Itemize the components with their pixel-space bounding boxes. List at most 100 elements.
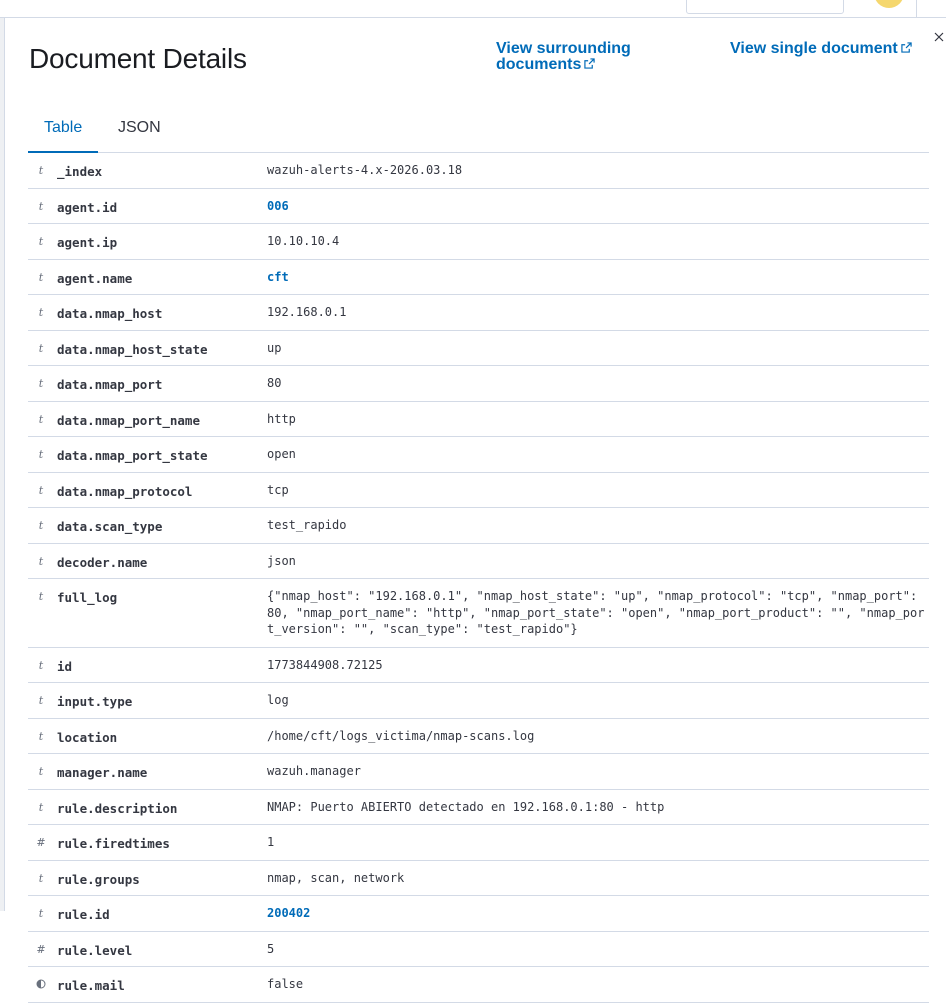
field-type-cell: #	[28, 931, 57, 967]
string-type-icon: t	[38, 658, 44, 672]
field-type-cell: t	[28, 895, 57, 932]
field-name-cell: data.nmap_port_state	[57, 436, 267, 473]
field-name: manager.name	[57, 765, 148, 780]
document-fields-table: t _index wazuh-alerts-4.x-2026.03.18 t agent…	[28, 153, 929, 1003]
field-value: 80	[267, 376, 282, 390]
field-value: wazuh-alerts-4.x-2026.03.18	[267, 163, 463, 177]
field-value: 1773844908.72125	[267, 657, 383, 672]
string-type-icon: t	[38, 519, 44, 532]
field-name-cell: data.nmap_protocol	[57, 472, 267, 508]
field-name-cell: data.nmap_port	[57, 365, 267, 402]
field-name: rule.level	[57, 942, 133, 958]
table-row: t data.scan_type test_rapido	[28, 507, 929, 544]
view-surrounding-documents-link[interactable]: View surrounding documents	[496, 41, 631, 73]
field-name: data.nmap_host_state	[57, 341, 208, 357]
field-value-cell: http	[267, 401, 929, 437]
field-type-cell: t	[28, 578, 57, 648]
table-row: t rule.id 200402	[28, 895, 929, 932]
field-name: data.nmap_port	[57, 377, 163, 392]
string-type-icon: t	[38, 800, 44, 814]
field-value: nmap, scan, network	[267, 870, 405, 885]
field-name-cell: data.nmap_host_state	[57, 330, 267, 366]
table-row: t agent.name cft	[28, 259, 929, 295]
field-value: 5	[267, 941, 275, 956]
string-type-icon: t	[38, 448, 44, 461]
view-surrounding-line2: documents	[496, 56, 582, 74]
field-value: open	[267, 447, 296, 461]
document-details-flyout: Document Details View surrounding docume…	[5, 18, 946, 1003]
string-type-icon: t	[38, 871, 44, 885]
view-surrounding-line1: View surrounding	[496, 40, 631, 57]
field-name: location	[57, 729, 118, 745]
number-type-icon: #	[36, 942, 46, 956]
field-value-cell: test_rapido	[267, 507, 929, 544]
field-name: _index	[57, 164, 103, 179]
string-type-icon: t	[38, 270, 44, 284]
field-value-cell: 006	[267, 188, 929, 224]
popout-icon	[584, 57, 596, 73]
table-row: t id 1773844908.72125	[28, 647, 929, 683]
field-value: 1	[267, 835, 275, 849]
field-value-cell: up	[267, 330, 929, 366]
field-value-cell: wazuh-alerts-4.x-2026.03.18	[267, 153, 929, 189]
table-row: # rule.level 5	[28, 931, 929, 967]
field-name: agent.id	[57, 199, 118, 215]
table-row: t location/home/cft/logs_victima/nmap-sca…	[28, 718, 929, 754]
field-type-cell: t	[28, 682, 57, 719]
table-row: t data.nmap_host_state up	[28, 330, 929, 366]
field-name: rule.id	[57, 907, 110, 922]
field-name-cell: agent.name	[57, 259, 267, 295]
field-name-cell: rule.description	[57, 789, 267, 825]
field-value-cell: wazuh.manager	[267, 753, 929, 790]
header-divider	[916, 0, 917, 17]
field-type-cell: t	[28, 153, 57, 189]
field-name-cell: data.nmap_host	[57, 294, 267, 331]
table-row: rule.mail false	[28, 966, 929, 1003]
field-value-cell: 80	[267, 365, 929, 402]
string-type-icon: t	[38, 306, 44, 319]
table-row: t full_log {"nmap_host": "192.168.0.1", "n…	[28, 578, 929, 648]
field-name: data.nmap_protocol	[57, 483, 193, 499]
view-single-document-link[interactable]: View single document	[730, 41, 912, 57]
tab-json[interactable]: JSON	[102, 110, 177, 151]
field-type-cell: t	[28, 401, 57, 437]
tab-table[interactable]: Table	[28, 110, 99, 153]
popout-icon	[901, 41, 912, 57]
field-name-cell: rule.mail	[57, 966, 267, 1003]
field-value-cell: NMAP: Puerto ABIERTO detectado en 192.16…	[267, 789, 929, 825]
top-header-strip	[0, 0, 946, 18]
field-value-cell: open	[267, 436, 929, 473]
field-type-cell: t	[28, 789, 57, 825]
field-value-link[interactable]: 006	[267, 189, 929, 224]
field-type-cell: t	[28, 507, 57, 544]
field-value-cell: 192.168.0.1	[267, 294, 929, 331]
field-value-cell: json	[267, 543, 929, 579]
string-type-icon: t	[38, 377, 44, 390]
field-type-cell: t	[28, 647, 57, 683]
field-value-link[interactable]: cft	[267, 260, 929, 295]
field-value-cell: 1	[267, 824, 929, 861]
top-search-box[interactable]	[686, 0, 844, 14]
field-name: rule.description	[57, 800, 178, 816]
string-type-icon: t	[38, 483, 44, 497]
field-name: rule.mail	[57, 978, 125, 993]
string-type-icon: t	[38, 765, 44, 778]
field-name-cell: rule.groups	[57, 860, 267, 896]
field-value-cell: 5	[267, 931, 929, 967]
number-type-icon: #	[36, 836, 46, 849]
field-value: http	[267, 411, 296, 426]
user-avatar[interactable]	[874, 0, 904, 8]
table-row: t data.nmap_port_name http	[28, 401, 929, 437]
field-name-cell: rule.id	[57, 895, 267, 932]
field-name: data.nmap_host	[57, 306, 163, 321]
field-name-cell: decoder.name	[57, 543, 267, 579]
field-value-link[interactable]: 200402	[267, 896, 929, 931]
field-name-cell: location	[57, 718, 267, 754]
close-icon[interactable]	[933, 30, 946, 44]
table-row: t data.nmap_host 192.168.0.1	[28, 294, 929, 331]
field-type-cell: t	[28, 188, 57, 224]
string-type-icon: t	[38, 907, 44, 920]
detail-tabs: Table JSON	[28, 110, 929, 153]
field-value: up	[267, 340, 282, 355]
field-type-cell: #	[28, 824, 57, 861]
